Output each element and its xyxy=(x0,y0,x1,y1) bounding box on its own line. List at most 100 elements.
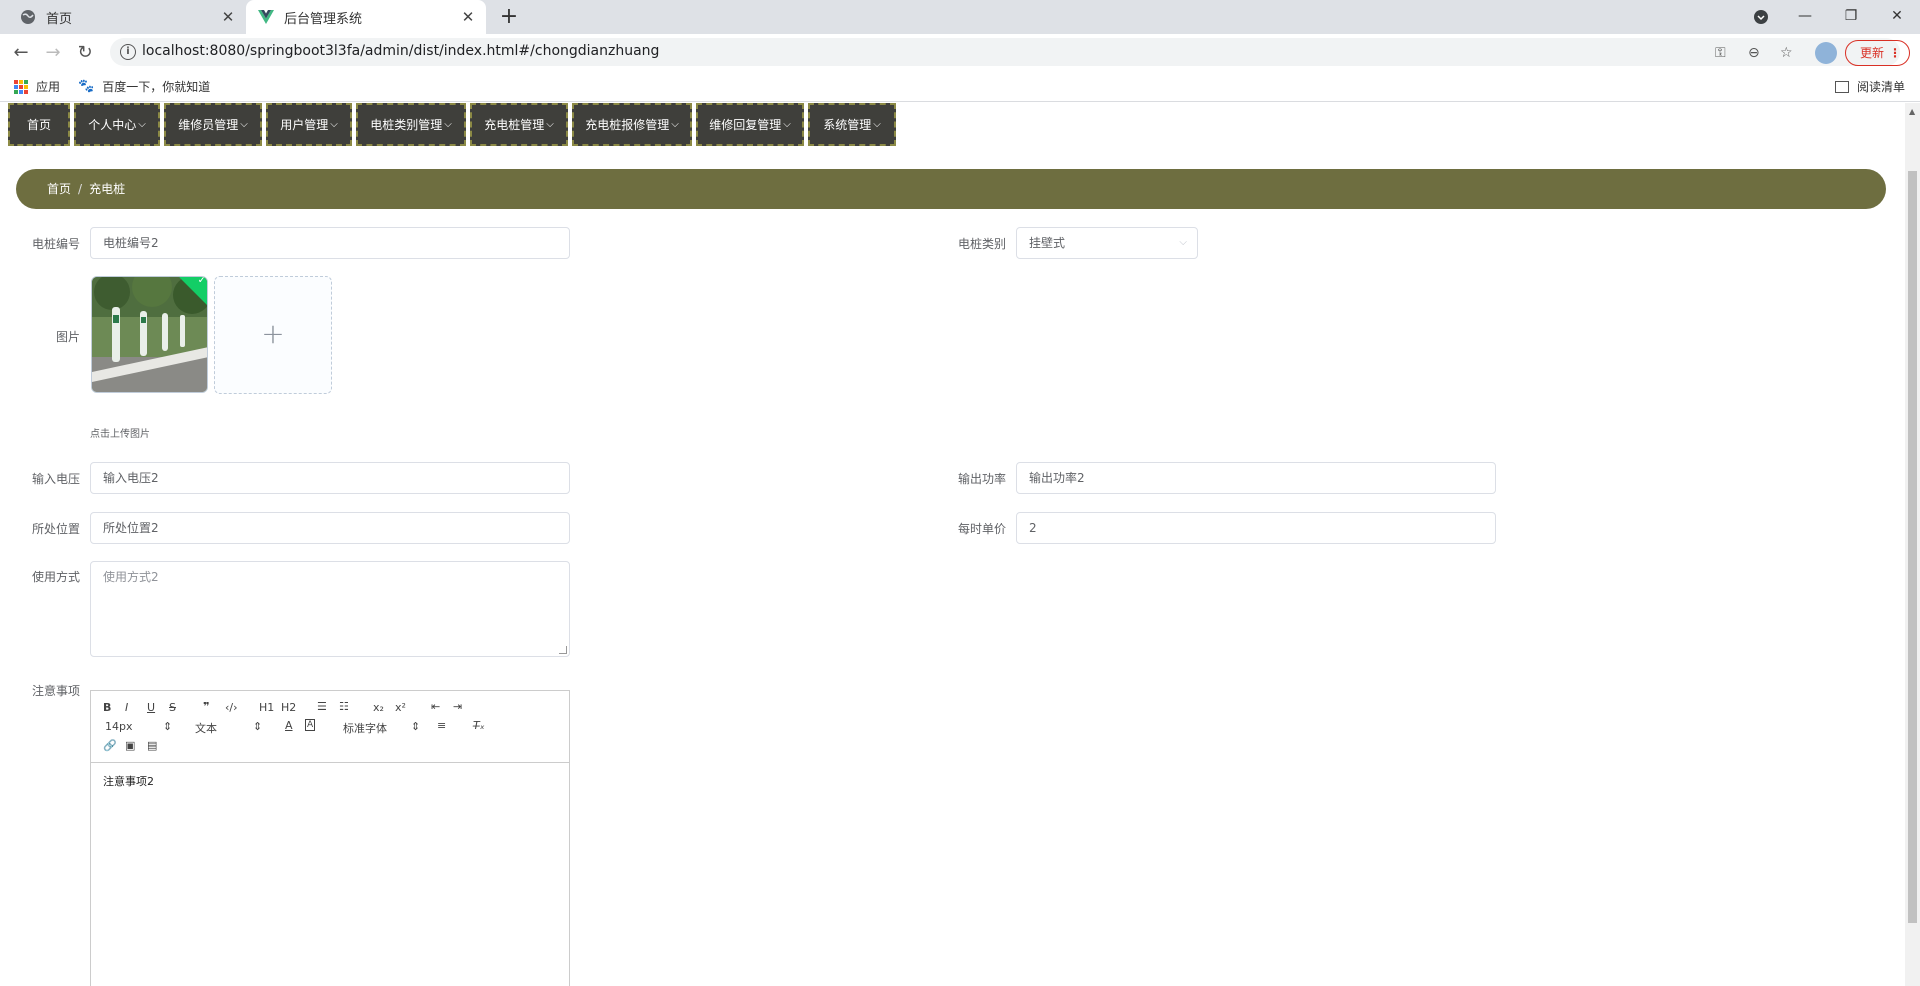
site-info-icon[interactable]: i xyxy=(120,44,136,60)
breadcrumb: 首页 / 充电桩 xyxy=(16,169,1886,209)
omnibox[interactable]: i localhost:8080/springboot3l3fa/admin/d… xyxy=(110,38,1900,66)
underline-icon[interactable]: U xyxy=(147,701,155,714)
code-block-icon[interactable]: ‹/› xyxy=(225,701,238,714)
rich-text-editor: B I U S ❞ ‹/› H1 H2 ☰ ☷ x₂ x² ⇤ ⇥ 14px ⇕… xyxy=(90,690,570,986)
bookmark-reading-list[interactable]: 阅读清单 xyxy=(1835,78,1905,95)
reload-icon[interactable]: ↻ xyxy=(73,40,97,64)
tab-label: 首页 xyxy=(46,11,73,27)
link-icon[interactable]: 🔗 xyxy=(103,739,117,752)
close-window-icon[interactable]: ✕ xyxy=(1874,0,1920,34)
bold-icon[interactable]: B xyxy=(103,701,111,714)
italic-icon[interactable]: I xyxy=(125,701,128,714)
chevron-down-icon: ⌵ xyxy=(671,119,679,130)
category-select[interactable]: 挂壁式 ⌵ xyxy=(1016,227,1198,259)
nav-repairer-management[interactable]: 维修员管理 ⌵ xyxy=(164,103,262,146)
bullet-list-icon[interactable]: ☷ xyxy=(339,700,349,713)
avatar[interactable] xyxy=(1815,42,1837,64)
scroll-up-icon[interactable]: ▲ xyxy=(1909,107,1915,116)
chevron-down-icon: ⌵ xyxy=(873,119,881,130)
notes-label: 注意事项 xyxy=(31,684,80,698)
vue-logo-icon xyxy=(258,9,274,25)
minimize-icon[interactable]: — xyxy=(1782,0,1828,34)
voltage-label: 输入电压 xyxy=(31,472,80,486)
header1-icon[interactable]: H1 xyxy=(259,701,274,714)
zoom-icon[interactable]: ⊖ xyxy=(1748,45,1760,61)
usage-label: 使用方式 xyxy=(31,570,80,584)
power-label: 输出功率 xyxy=(957,472,1006,486)
sort-arrows-icon: ⇕ xyxy=(163,720,173,733)
price-input[interactable]: 2 xyxy=(1016,512,1496,544)
close-icon[interactable]: ✕ xyxy=(458,8,478,26)
upload-add-button[interactable]: + xyxy=(214,276,332,394)
chevron-down-icon: ⌵ xyxy=(783,119,791,130)
editor-toolbar: B I U S ❞ ‹/› H1 H2 ☰ ☷ x₂ x² ⇤ ⇥ 14px ⇕… xyxy=(91,691,569,763)
nav-pile-repair-management[interactable]: 充电桩报修管理 ⌵ xyxy=(572,103,692,146)
chevron-down-icon: ⌵ xyxy=(330,119,338,130)
browser-tab-home[interactable]: 首页 ✕ xyxy=(8,0,246,34)
bookmark-apps[interactable]: 应用 xyxy=(14,78,60,95)
price-label: 每时单价 xyxy=(957,522,1006,536)
chevron-down-icon: ⌵ xyxy=(1179,237,1187,248)
nav-personal-center[interactable]: 个人中心 ⌵ xyxy=(74,103,160,146)
location-label: 所处位置 xyxy=(31,522,80,536)
close-icon[interactable]: ✕ xyxy=(218,8,238,26)
usage-textarea[interactable]: 使用方式2 xyxy=(90,561,570,657)
superscript-icon[interactable]: x² xyxy=(395,701,406,714)
clear-format-icon[interactable]: T̶ₓ xyxy=(473,719,485,732)
uploaded-image[interactable]: ✓ xyxy=(91,276,208,393)
nav-user-management[interactable]: 用户管理 ⌵ xyxy=(266,103,352,146)
resize-handle[interactable] xyxy=(559,646,567,654)
nav-pile-category-management[interactable]: 电桩类别管理 ⌵ xyxy=(356,103,466,146)
sort-arrows-icon: ⇕ xyxy=(411,720,421,733)
chevron-down-icon: ⌵ xyxy=(444,119,452,130)
voltage-input[interactable]: 输入电压2 xyxy=(90,462,570,494)
subscript-icon[interactable]: x₂ xyxy=(373,701,384,714)
star-icon[interactable]: ☆ xyxy=(1780,45,1793,61)
nav-charging-pile-management[interactable]: 充电桩管理 ⌵ xyxy=(470,103,568,146)
bookmarks-bar: 应用 🐾 百度一下，你就知道 阅读清单 xyxy=(0,70,1920,102)
align-icon[interactable]: ≡ xyxy=(437,719,446,732)
restore-icon[interactable]: ❐ xyxy=(1828,0,1874,34)
browser-tab-admin[interactable]: 后台管理系统 ✕ xyxy=(246,0,486,34)
indent-icon[interactable]: ⇥ xyxy=(453,700,462,713)
heading-select[interactable]: 文本 xyxy=(195,720,217,736)
key-icon[interactable]: ⚿ xyxy=(1715,45,1726,61)
strike-icon[interactable]: S xyxy=(169,701,176,714)
breadcrumb-home[interactable]: 首页 xyxy=(47,182,71,196)
power-input[interactable]: 输出功率2 xyxy=(1016,462,1496,494)
location-input[interactable]: 所处位置2 xyxy=(90,512,570,544)
editor-content[interactable]: 注意事项2 xyxy=(91,763,569,799)
ordered-list-icon[interactable]: ☰ xyxy=(317,700,327,713)
header2-icon[interactable]: H2 xyxy=(281,701,296,714)
browser-tab-bar: 首页 ✕ 后台管理系统 ✕ + — ❐ ✕ xyxy=(0,0,1920,34)
page-content: 首页 个人中心 ⌵ 维修员管理 ⌵ 用户管理 ⌵ 电桩类别管理 ⌵ 充电桩管理 ⌵ 充电桩… xyxy=(0,103,1920,986)
tab-search-icon[interactable] xyxy=(1738,0,1784,34)
nav-home[interactable]: 首页 xyxy=(8,103,70,146)
code-input[interactable]: 电桩编号2 xyxy=(90,227,570,259)
baidu-paw-icon: 🐾 xyxy=(78,79,95,94)
top-nav: 首页 个人中心 ⌵ 维修员管理 ⌵ 用户管理 ⌵ 电桩类别管理 ⌵ 充电桩管理 ⌵ 充电桩… xyxy=(8,103,900,146)
globe-icon xyxy=(20,9,36,25)
forward-icon[interactable]: → xyxy=(41,40,65,64)
scrollbar-thumb[interactable] xyxy=(1908,171,1917,923)
image-label: 图片 xyxy=(55,330,80,344)
outdent-icon[interactable]: ⇤ xyxy=(431,700,440,713)
background-color-icon[interactable]: A xyxy=(305,719,316,731)
category-label: 电桩类别 xyxy=(957,237,1006,251)
url-text[interactable]: localhost:8080/springboot3l3fa/admin/dis… xyxy=(142,43,659,59)
video-icon[interactable]: ▤ xyxy=(147,739,157,752)
image-icon[interactable]: ▣ xyxy=(125,739,135,752)
back-icon[interactable]: ← xyxy=(9,40,33,64)
update-button[interactable]: 更新 ⋮ xyxy=(1845,40,1910,66)
page-scrollbar[interactable]: ▲ xyxy=(1905,103,1920,986)
tab-label: 后台管理系统 xyxy=(284,11,363,27)
font-family-select[interactable]: 标准字体 xyxy=(343,720,387,736)
bookmark-baidu[interactable]: 🐾 百度一下，你就知道 xyxy=(78,78,210,95)
blockquote-icon[interactable]: ❞ xyxy=(203,700,209,713)
font-size-select[interactable]: 14px xyxy=(105,720,133,733)
new-tab-button[interactable]: + xyxy=(496,4,522,30)
chevron-down-icon: ⌵ xyxy=(138,119,146,130)
nav-system-management[interactable]: 系统管理 ⌵ xyxy=(808,103,896,146)
nav-repair-reply-management[interactable]: 维修回复管理 ⌵ xyxy=(696,103,804,146)
font-color-icon[interactable]: A xyxy=(285,719,293,732)
